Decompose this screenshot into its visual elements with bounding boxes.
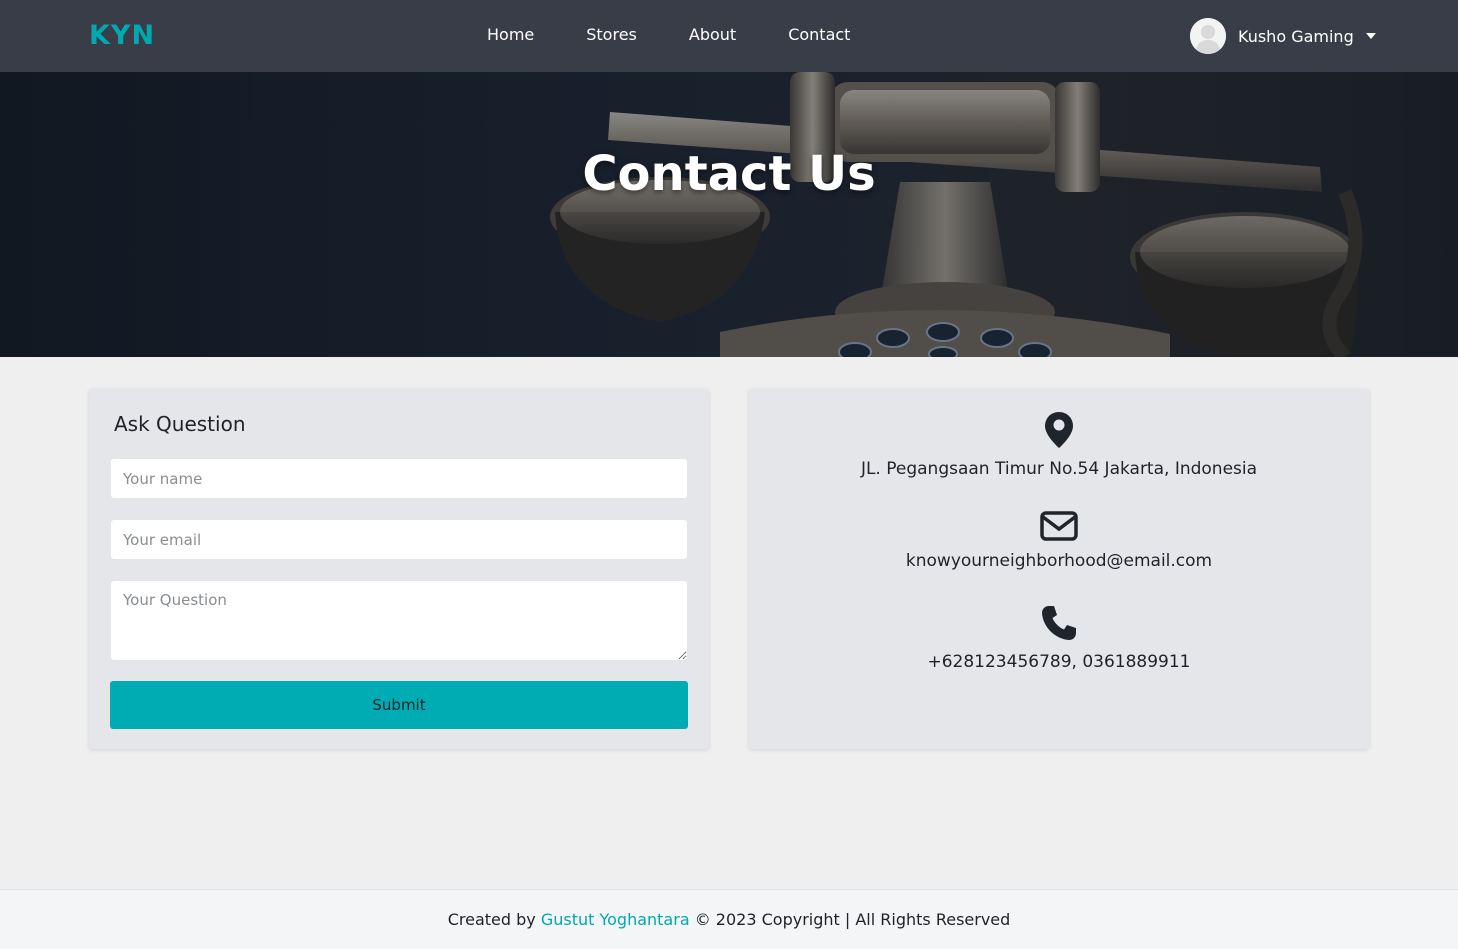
nav-link-about[interactable]: About bbox=[689, 25, 736, 44]
question-textarea[interactable] bbox=[110, 580, 688, 661]
address-block: JL. Pegangsaan Timur No.54 Jakarta, Indo… bbox=[749, 411, 1369, 479]
chevron-down-icon bbox=[1365, 33, 1376, 39]
page-title: Contact Us bbox=[582, 146, 876, 202]
phone-icon bbox=[1042, 606, 1076, 640]
address-text: JL. Pegangsaan Timur No.54 Jakarta, Indo… bbox=[860, 459, 1258, 479]
ask-question-card: Ask Question Submit bbox=[89, 389, 709, 749]
contact-info-card: JL. Pegangsaan Timur No.54 Jakarta, Indo… bbox=[749, 389, 1369, 749]
email-text[interactable]: knowyourneighborhood@email.com bbox=[749, 551, 1369, 571]
name-input[interactable] bbox=[110, 458, 688, 499]
footer-prefix: Created by bbox=[447, 910, 536, 929]
nav-link-contact[interactable]: Contact bbox=[788, 25, 850, 44]
form-title: Ask Question bbox=[114, 412, 246, 436]
phone-text[interactable]: +628123456789, 0361889911 bbox=[749, 652, 1369, 672]
map-pin-icon bbox=[1045, 412, 1073, 448]
footer-copyright: © 2023 Copyright | All Rights Reserved bbox=[694, 910, 1011, 929]
telephone-illustration bbox=[0, 72, 1458, 357]
email-input[interactable] bbox=[110, 519, 688, 560]
email-block: knowyourneighborhood@email.com bbox=[749, 511, 1369, 571]
nav-link-home[interactable]: Home bbox=[487, 25, 534, 44]
user-name: Kusho Gaming bbox=[1238, 26, 1354, 46]
hero-banner: Contact Us bbox=[0, 72, 1458, 357]
submit-button[interactable]: Submit bbox=[110, 681, 688, 729]
nav-links: Home Stores About Contact bbox=[487, 25, 902, 44]
phone-block: +628123456789, 0361889911 bbox=[749, 604, 1369, 672]
brand-logo[interactable]: KYN bbox=[89, 20, 155, 51]
top-navbar: KYN Home Stores About Contact Kusho Gami… bbox=[0, 0, 1458, 72]
footer-author-link[interactable]: Gustut Yoghantara bbox=[541, 910, 690, 929]
nav-link-stores[interactable]: Stores bbox=[586, 25, 637, 44]
envelope-icon bbox=[1040, 511, 1078, 541]
page-footer: Created by Gustut Yoghantara © 2023 Copy… bbox=[0, 889, 1458, 949]
user-avatar-icon bbox=[1190, 18, 1226, 54]
user-menu-dropdown[interactable]: Kusho Gaming bbox=[1190, 18, 1376, 54]
